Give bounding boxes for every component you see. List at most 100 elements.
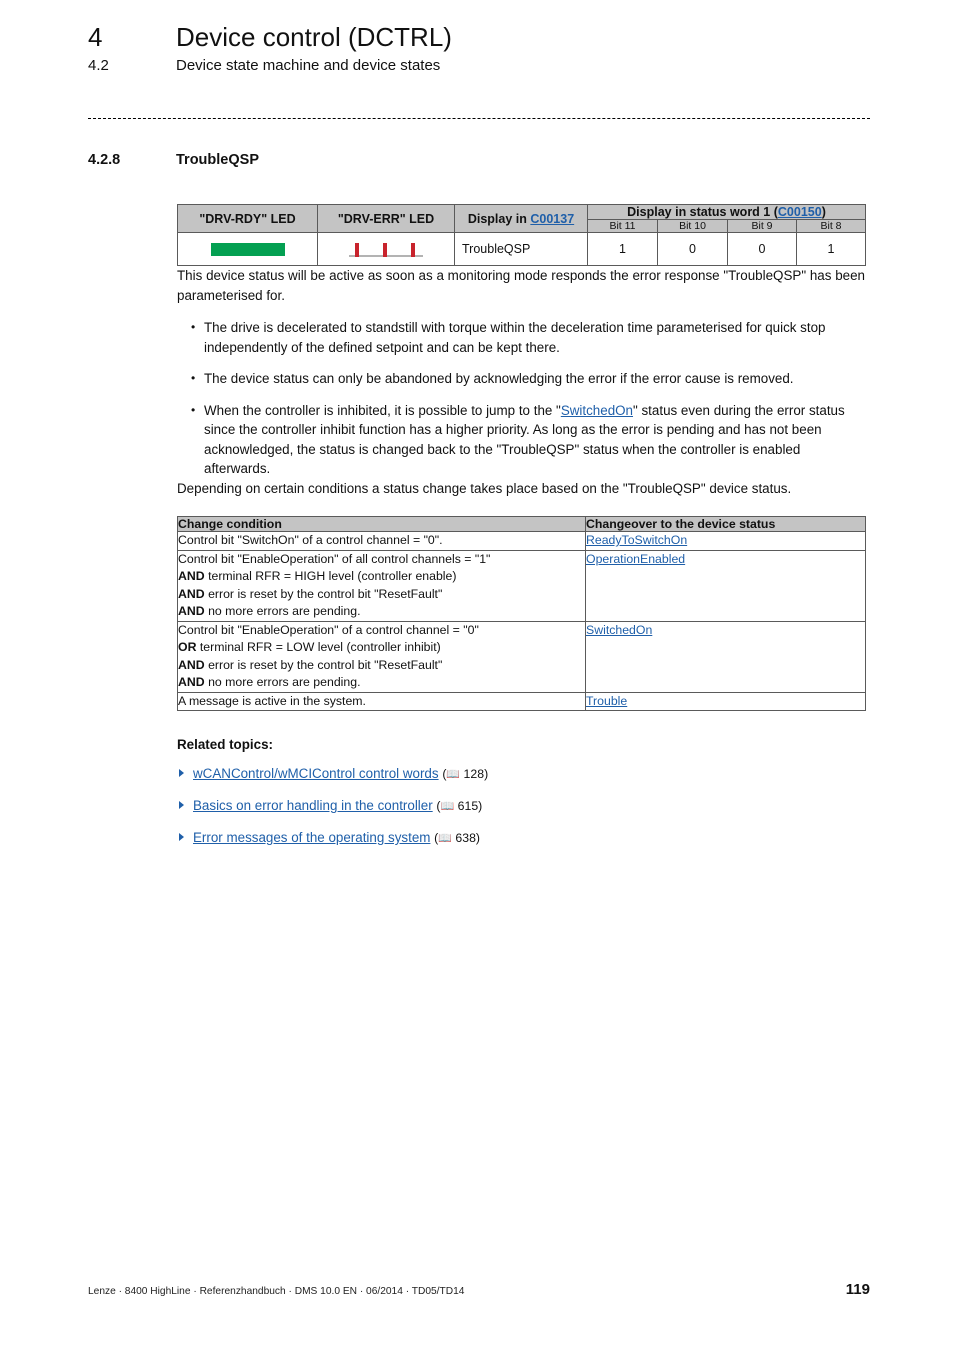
header-status-word-prefix: Display in status word 1 ( (627, 205, 778, 219)
header-drv-rdy-led: "DRV-RDY" LED (177, 204, 318, 233)
led-pulse-bar (355, 242, 359, 257)
drv-err-led-graphic (318, 233, 454, 265)
condition-cell: Control bit "EnableOperation" of a contr… (177, 620, 586, 693)
cell-bit-11: 1 (587, 232, 658, 266)
condition-line-text: terminal RFR = LOW level (controller inh… (199, 640, 441, 654)
triangle-bullet-icon (179, 801, 184, 809)
header-divider (88, 118, 870, 119)
cell-bit-9: 0 (727, 232, 797, 266)
header-display-in-text: Display in (467, 211, 531, 226)
document-page: 4 Device control (DCTRL) 4.2 Device stat… (0, 0, 954, 1350)
status-table-row: TroubleQSP 1 0 0 1 (177, 232, 867, 266)
blinking-red-led-icon (349, 242, 423, 257)
condition-line: A message is active in the system. (178, 693, 366, 708)
led-pulse-bar (411, 242, 415, 257)
header-change-condition: Change condition (177, 516, 586, 532)
header-changeover-status: Changeover to the device status (585, 516, 866, 532)
feature-bullet-list: The drive is decelerated to standstill w… (177, 318, 865, 479)
header-bit-9: Bit 9 (727, 219, 797, 233)
list-item: Error messages of the operating system (… (177, 829, 865, 848)
page-footer: Lenze · 8400 HighLine · Referenzhandbuch… (88, 1281, 870, 1298)
cell-bit-8: 1 (795, 232, 867, 266)
link-c00150[interactable]: C00150 (778, 205, 822, 219)
status-cell: SwitchedOn (585, 620, 866, 693)
condition-line-text: no more errors are pending. (208, 604, 361, 618)
link-trouble[interactable]: Trouble (586, 694, 627, 708)
condition-cell: Control bit "SwitchOn" of a control chan… (177, 531, 586, 551)
condition-line: Control bit "EnableOperation" of a contr… (178, 622, 585, 640)
header-status-word: Display in status word 1 (C00150) (586, 204, 867, 220)
section-title: TroubleQSP (176, 152, 259, 168)
footer-page-number: 119 (845, 1281, 870, 1298)
status-table-header-row: "DRV-RDY" LED "DRV-ERR" LED Display in C… (177, 204, 867, 233)
triangle-bullet-icon (179, 833, 184, 841)
list-item: The drive is decelerated to standstill w… (191, 318, 865, 357)
logic-operator: AND (178, 675, 209, 689)
drv-rdy-led-graphic (178, 233, 317, 265)
content-column: "DRV-RDY" LED "DRV-ERR" LED Display in C… (177, 204, 867, 848)
list-item: When the controller is inhibited, it is … (191, 401, 865, 479)
header-chapter-line: 4 Device control (DCTRL) (88, 22, 878, 53)
condition-line-text: error is reset by the control bit "Reset… (208, 657, 443, 672)
footer-text: Lenze · 8400 HighLine · Referenzhandbuch… (88, 1286, 465, 1297)
logic-operator: AND (178, 569, 209, 583)
link-readytoswitchon[interactable]: ReadyToSwitchOn (586, 533, 687, 547)
condition-line: Control bit "EnableOperation" of all con… (178, 551, 585, 569)
header-chapter-title: Device control (DCTRL) (176, 22, 452, 52)
link-switchedon[interactable]: SwitchedOn (561, 403, 633, 418)
cell-drv-rdy-led (177, 232, 318, 266)
header-bit-10: Bit 10 (657, 219, 728, 233)
link-c00137[interactable]: C00137 (530, 212, 574, 226)
table-row: Control bit "SwitchOn" of a control chan… (177, 531, 866, 551)
steady-green-led-icon (210, 242, 285, 256)
status-cell: ReadyToSwitchOn (585, 531, 866, 551)
table-row: Control bit "EnableOperation" of all con… (177, 549, 866, 622)
logic-operator: AND (178, 657, 209, 672)
header-chapter-number: 4 (88, 22, 103, 52)
header-section-line: 4.2 Device state machine and device stat… (88, 57, 878, 74)
cell-display-value: TroubleQSP (454, 232, 588, 266)
triangle-bullet-icon (179, 769, 184, 777)
header-status-word-suffix: ) (821, 205, 826, 219)
header-drv-err-led: "DRV-ERR" LED (317, 204, 455, 233)
running-header: 4 Device control (DCTRL) 4.2 Device stat… (88, 22, 878, 74)
page-reference-number: 128 (463, 767, 485, 781)
logic-operator: OR (178, 640, 200, 654)
status-table: "DRV-RDY" LED "DRV-ERR" LED Display in C… (177, 204, 867, 266)
related-link-error-handling[interactable]: Basics on error handling in the controll… (193, 798, 433, 813)
cell-drv-err-led (317, 232, 455, 266)
related-topics-section: Related topics: wCANControl/wMCIControl … (177, 737, 865, 848)
table-row: Control bit "EnableOperation" of a contr… (177, 620, 866, 693)
page-reference-number: 615 (457, 799, 479, 813)
page-reference: (📖 638) (434, 831, 480, 845)
condition-line: AND terminal RFR = HIGH level (controlle… (178, 568, 585, 586)
condition-line: AND no more errors are pending. (178, 603, 585, 621)
condition-line-text: terminal RFR = HIGH level (controller en… (208, 569, 457, 583)
section-number: 4.2.8 (88, 152, 121, 168)
related-link-error-messages[interactable]: Error messages of the operating system (193, 830, 430, 845)
condition-cell: A message is active in the system. (177, 691, 586, 711)
link-operationenabled[interactable]: OperationEnabled (586, 552, 685, 566)
condition-line: AND no more errors are pending. (178, 674, 585, 692)
condition-cell: Control bit "EnableOperation" of all con… (177, 549, 586, 622)
header-bit-8: Bit 8 (795, 219, 867, 233)
list-item: Basics on error handling in the controll… (177, 797, 865, 816)
condition-line-text: error is reset by the control bit "Reset… (208, 586, 443, 601)
header-bit-11: Bit 11 (587, 219, 658, 233)
logic-operator: AND (178, 586, 209, 601)
header-section-title: Device state machine and device states (176, 57, 441, 74)
link-switchedon-row[interactable]: SwitchedOn (586, 623, 652, 637)
header-section-number: 4.2 (88, 57, 109, 74)
condition-line: Control bit "SwitchOn" of a control chan… (178, 533, 443, 547)
page-reference: (📖 615) (436, 799, 482, 813)
related-topics-list: wCANControl/wMCIControl control words (📖… (177, 765, 865, 848)
condition-line-text: no more errors are pending. (208, 675, 361, 689)
status-cell: OperationEnabled (585, 549, 866, 622)
table-row: A message is active in the system. Troub… (177, 691, 866, 711)
list-item: wCANControl/wMCIControl control words (📖… (177, 765, 865, 784)
change-condition-table: Change condition Changeover to the devic… (177, 516, 866, 711)
related-link-wcancontrol[interactable]: wCANControl/wMCIControl control words (193, 766, 439, 781)
condition-table-header-row: Change condition Changeover to the devic… (177, 516, 866, 532)
bullet3-text-part1: When the controller is inhibited, it is … (204, 402, 561, 418)
depending-paragraph: Depending on certain conditions a status… (177, 480, 792, 496)
